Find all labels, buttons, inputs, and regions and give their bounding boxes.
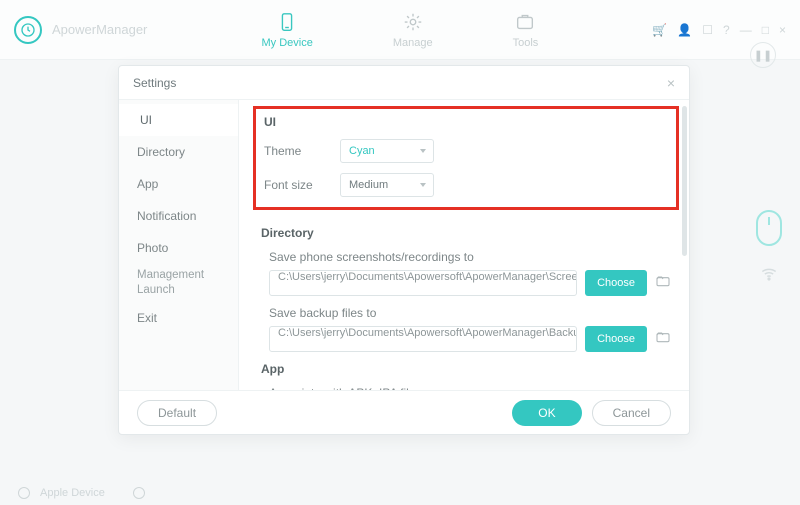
minimize-icon[interactable]: — bbox=[740, 23, 752, 37]
backup-dir-label: Save backup files to bbox=[269, 306, 671, 320]
dialog-footer: Default OK Cancel bbox=[119, 390, 689, 434]
tab-label: My Device bbox=[261, 37, 312, 49]
bell-icon[interactable]: ☐ bbox=[702, 23, 713, 37]
settings-dialog: Settings × UI Directory App Notification… bbox=[118, 65, 690, 435]
theme-label: Theme bbox=[264, 144, 340, 158]
status-device: Apple Device bbox=[40, 487, 105, 499]
cancel-button[interactable]: Cancel bbox=[592, 400, 671, 426]
ui-section-highlight: UI Theme Cyan Font size Medium bbox=[253, 106, 679, 210]
section-heading-directory: Directory bbox=[261, 226, 671, 240]
fontsize-label: Font size bbox=[264, 178, 340, 192]
tab-my-device[interactable]: My Device bbox=[261, 11, 312, 49]
default-button[interactable]: Default bbox=[137, 400, 217, 426]
section-heading-ui: UI bbox=[264, 115, 668, 129]
side-tools bbox=[756, 210, 782, 289]
scrollbar[interactable] bbox=[682, 106, 687, 256]
status-bar: Apple Device bbox=[18, 487, 145, 499]
screenshot-dir-label: Save phone screenshots/recordings to bbox=[269, 250, 671, 264]
sidebar-item-management-launch[interactable]: Management Launch bbox=[119, 264, 238, 302]
screenshot-dir-input[interactable]: C:\Users\jerry\Documents\Apowersoft\Apow… bbox=[269, 270, 577, 296]
tab-tools[interactable]: Tools bbox=[513, 11, 539, 49]
cart-icon[interactable]: 🛒 bbox=[652, 23, 667, 37]
app-logo bbox=[14, 16, 42, 44]
help-icon[interactable]: ? bbox=[723, 23, 730, 37]
tab-label: Tools bbox=[513, 37, 539, 49]
theme-select[interactable]: Cyan bbox=[340, 139, 434, 163]
open-folder-icon[interactable] bbox=[655, 329, 671, 350]
associate-label: Associate with APK, IPA files bbox=[269, 386, 671, 390]
sidebar-item-directory[interactable]: Directory bbox=[119, 136, 238, 168]
backup-dir-input[interactable]: C:\Users\jerry\Documents\Apowersoft\Apow… bbox=[269, 326, 577, 352]
status-refresh-icon[interactable] bbox=[133, 487, 145, 499]
sidebar-item-ui[interactable]: UI bbox=[119, 104, 238, 136]
status-dot-icon bbox=[18, 487, 30, 499]
sidebar-item-notification[interactable]: Notification bbox=[119, 200, 238, 232]
choose-screenshot-dir-button[interactable]: Choose bbox=[585, 270, 647, 296]
tab-manage[interactable]: Manage bbox=[393, 11, 433, 49]
app-title: ApowerManager bbox=[52, 22, 147, 37]
sidebar-item-photo[interactable]: Photo bbox=[119, 232, 238, 264]
maximize-icon[interactable]: □ bbox=[762, 23, 769, 37]
mouse-icon[interactable] bbox=[756, 210, 782, 246]
sidebar-item-app[interactable]: App bbox=[119, 168, 238, 200]
ok-button[interactable]: OK bbox=[512, 400, 581, 426]
close-icon[interactable]: × bbox=[667, 75, 675, 91]
sidebar-item-exit[interactable]: Exit bbox=[119, 302, 238, 334]
dialog-title: Settings bbox=[133, 76, 176, 90]
dialog-header: Settings × bbox=[119, 66, 689, 100]
fontsize-select[interactable]: Medium bbox=[340, 173, 434, 197]
section-heading-app: App bbox=[261, 362, 671, 376]
pause-button[interactable]: ❚❚ bbox=[750, 42, 776, 68]
window-controls: 🛒 👤 ☐ ? — □ × bbox=[652, 23, 786, 37]
title-bar: ApowerManager My Device Manage Tools 🛒 👤… bbox=[0, 0, 800, 60]
open-folder-icon[interactable] bbox=[655, 273, 671, 294]
wifi-icon[interactable] bbox=[759, 264, 779, 289]
main-tabs: My Device Manage Tools bbox=[147, 11, 652, 49]
choose-backup-dir-button[interactable]: Choose bbox=[585, 326, 647, 352]
tab-label: Manage bbox=[393, 37, 433, 49]
settings-content: UI Theme Cyan Font size Medium Directory… bbox=[239, 100, 689, 390]
close-window-icon[interactable]: × bbox=[779, 23, 786, 37]
settings-sidebar: UI Directory App Notification Photo Mana… bbox=[119, 100, 239, 390]
user-icon[interactable]: 👤 bbox=[677, 23, 692, 37]
